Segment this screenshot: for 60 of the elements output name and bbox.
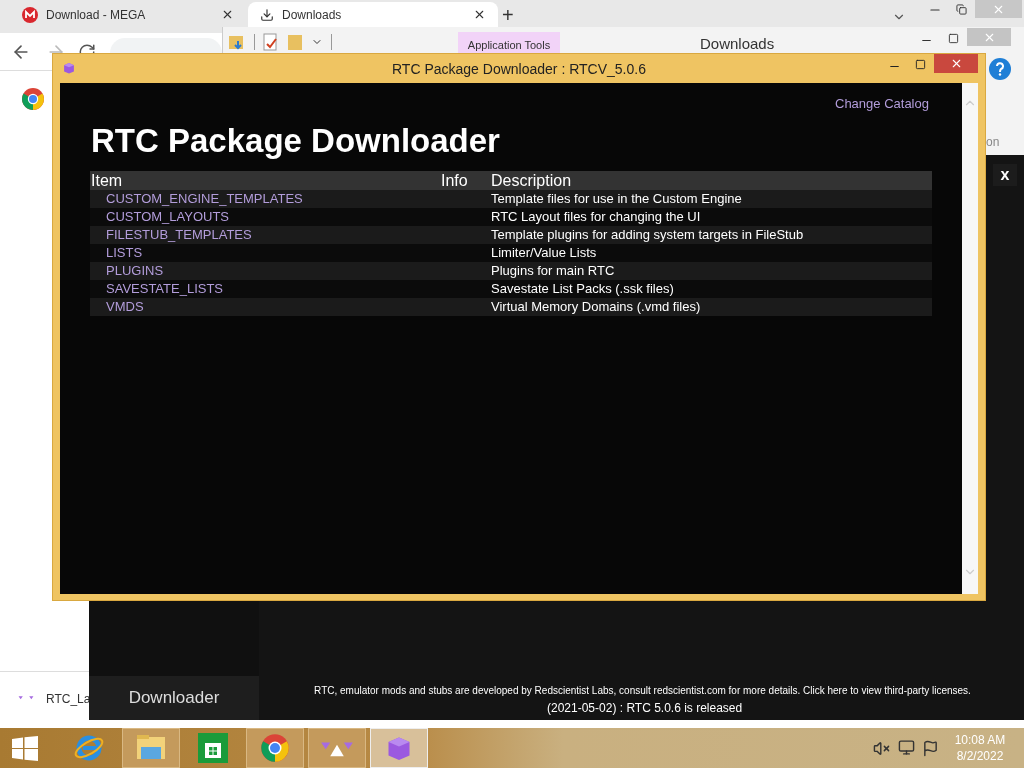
package-description: Template files for use in the Custom Engine <box>491 190 743 209</box>
mega-logo-icon <box>22 6 38 23</box>
package-name: PLUGINS <box>105 262 165 281</box>
restore-icon[interactable] <box>956 4 967 15</box>
new-tab-button[interactable]: + <box>502 5 514 25</box>
news-text: (2021-05-02) : RTC 5.0.6 is released <box>547 700 743 717</box>
package-name: SAVESTATE_LISTS <box>105 280 225 299</box>
maximize-icon[interactable] <box>948 33 959 44</box>
table-row[interactable]: FILESTUB_TEMPLATES Template plugins for adding system targets in FileStub <box>90 226 932 244</box>
package-name: LISTS <box>105 244 144 263</box>
package-description: Virtual Memory Domains (.vmd files) <box>491 298 702 317</box>
package-name: CUSTOM_LAYOUTS <box>105 208 231 227</box>
browser-tab[interactable]: Downloads <box>248 2 498 27</box>
table-row[interactable]: PLUGINS Plugins for main RTC <box>90 262 932 280</box>
ribbon-tab[interactable]: Application Tools <box>458 32 560 55</box>
package-name: CUSTOM_ENGINE_TEMPLATES <box>105 190 304 209</box>
download-icon <box>260 7 274 22</box>
package-description: Limiter/Value Lists <box>491 244 598 263</box>
table-row[interactable]: LISTS Limiter/Value Lists <box>90 244 932 262</box>
download-item[interactable]: RTC_La <box>18 690 91 708</box>
table-row[interactable]: SAVESTATE_LISTS Savestate List Packs (.ssk files) <box>90 280 932 298</box>
tab-title: Download - MEGA <box>46 6 147 24</box>
start-icon[interactable] <box>12 736 38 761</box>
column-header: Description <box>491 171 573 190</box>
package-description: RTC Layout files for changing the UI <box>491 208 702 227</box>
package-description: Savestate List Packs (.ssk files) <box>491 280 675 299</box>
heading: RTC Package Downloader <box>91 121 500 161</box>
action-center-icon[interactable] <box>922 740 939 757</box>
table-row[interactable]: VMDS Virtual Memory Domains (.vmd files) <box>90 298 932 316</box>
taskbar-button[interactable] <box>246 728 304 768</box>
muted-speaker-icon[interactable] <box>873 740 890 757</box>
column-header: Info <box>441 171 469 190</box>
tab-title: Downloads <box>282 6 343 24</box>
close-button[interactable] <box>934 54 978 73</box>
cut-label: on <box>986 134 1000 151</box>
close-icon[interactable] <box>221 8 234 21</box>
table-row[interactable]: CUSTOM_ENGINE_TEMPLATES Template files for use in the Custom Engine <box>90 190 932 208</box>
store-icon <box>198 733 228 763</box>
package-description: Plugins for main RTC <box>491 262 616 281</box>
taskbar-button[interactable] <box>308 728 366 768</box>
package-name: FILESTUB_TEMPLATES <box>105 226 253 245</box>
close-icon[interactable] <box>473 8 486 21</box>
column-header: Item <box>90 171 124 190</box>
cube-icon <box>62 61 76 75</box>
change-catalog-link[interactable]: Change Catalog <box>835 94 929 114</box>
chrome-icon <box>260 733 290 763</box>
network-icon[interactable] <box>898 739 915 756</box>
nav-tab[interactable]: Downloader <box>89 676 259 720</box>
window-title: Downloads <box>700 34 775 54</box>
document-icon[interactable] <box>263 33 279 51</box>
folder-icon[interactable] <box>228 33 246 51</box>
dialog-title: RTC Package Downloader : RTCV_5.0.6 <box>391 60 647 79</box>
package-description: Template plugins for adding system targets in FileStub <box>491 226 805 245</box>
table-row[interactable]: CUSTOM_LAYOUTS RTC Layout files for changing the UI <box>90 208 932 226</box>
question-mark-icon[interactable] <box>995 62 1005 76</box>
package-name: VMDS <box>105 298 145 317</box>
close-button[interactable]: x <box>993 164 1017 186</box>
maximize-icon[interactable] <box>915 59 926 70</box>
credits-text: RTC, emulator mods and stubs are developed by Redscientist Labs, consult redscientist.com for more details. Click here to view third-party licenses. <box>313 684 972 698</box>
chrome-logo-icon <box>21 87 45 111</box>
